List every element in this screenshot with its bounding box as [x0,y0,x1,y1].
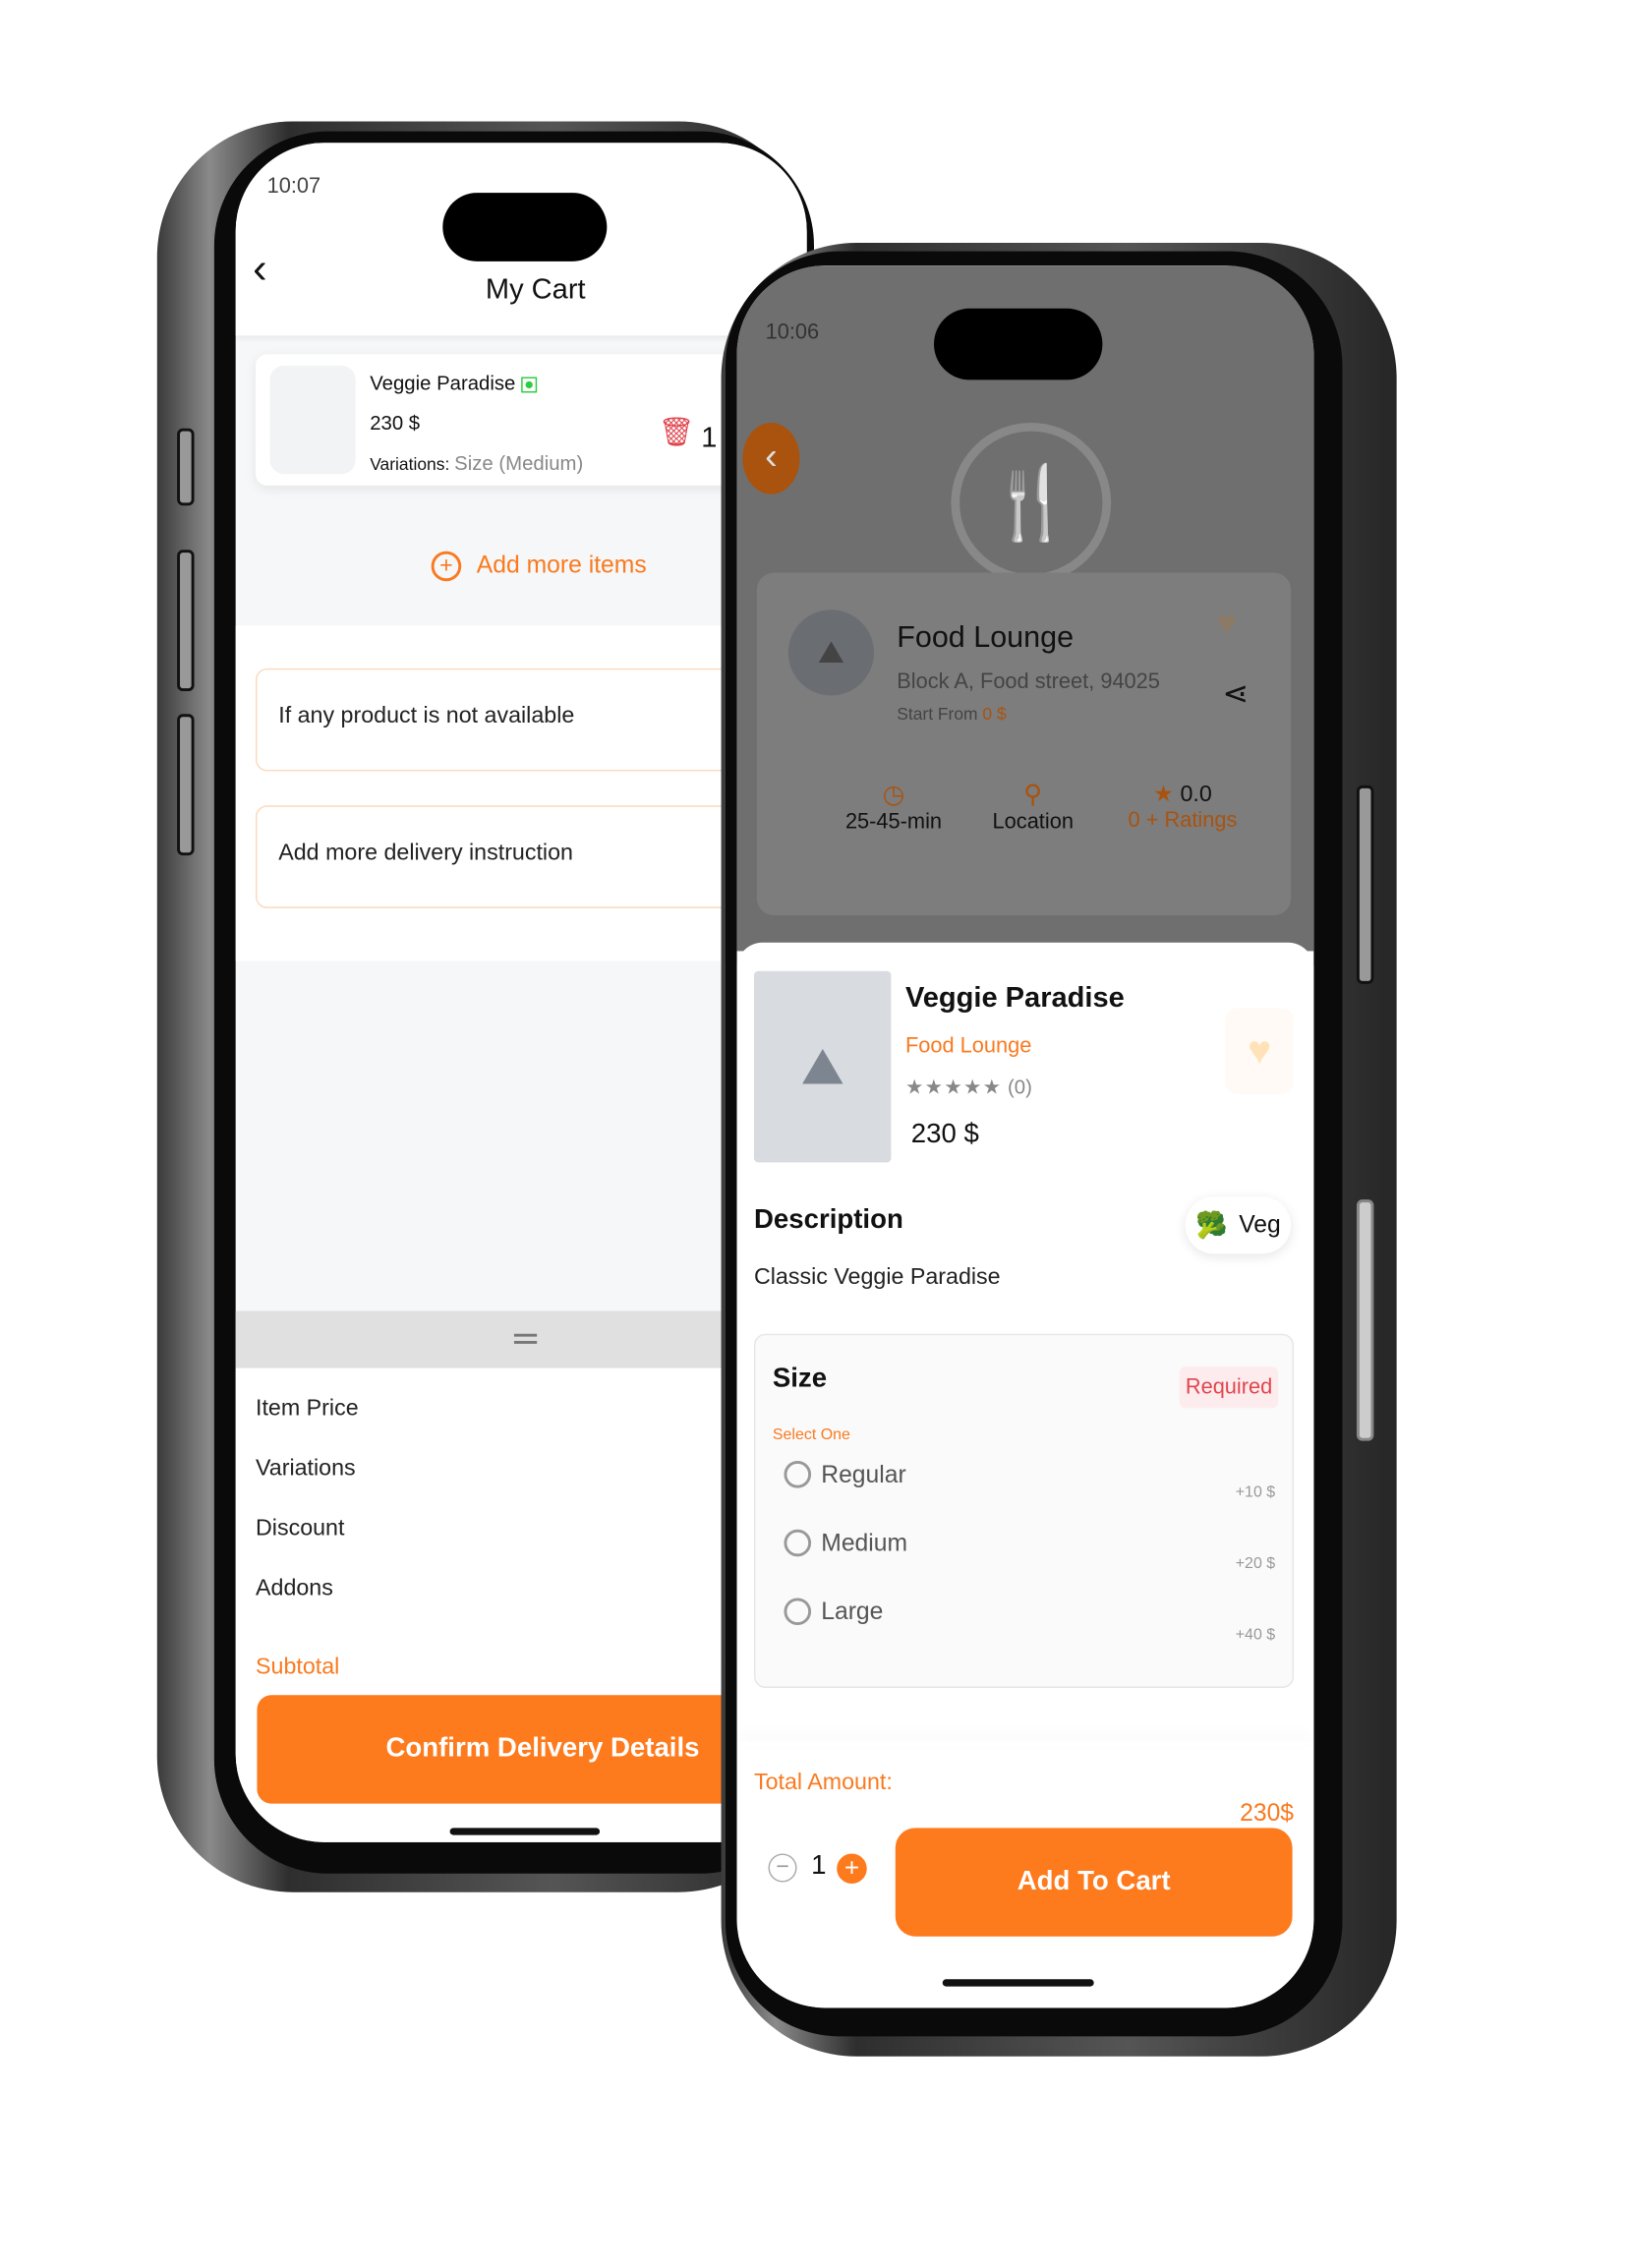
home-indicator [942,1979,1094,1987]
home-indicator [449,1828,601,1835]
veg-icon: 🥦 [1195,1210,1228,1240]
back-button[interactable]: ‹ [742,422,800,494]
subtotal-label: Subtotal [256,1655,340,1680]
total-label: Total Amount: [753,1771,893,1795]
wishlist-button[interactable]: ♥ [1225,1008,1295,1094]
restaurant-card: ⛰ Food Lounge Block A, Food street, 9402… [756,572,1292,916]
required-badge: Required [1180,1367,1279,1409]
item-price-label: Item Price [256,1396,359,1422]
radio-button[interactable] [784,1461,812,1488]
decrease-quantity-button[interactable]: − [768,1853,797,1883]
status-time: 10:06 [765,320,820,345]
add-more-items-button[interactable]: + Add more items [431,551,647,582]
item-variations: Variations: Size (Medium) [370,451,584,475]
discount-label: Discount [256,1516,345,1541]
side-button [1356,1199,1374,1441]
back-button[interactable]: ‹ [253,246,267,294]
ratings-info[interactable]: ★ 0.0 0 + Ratings [1129,780,1238,833]
delivery-instruction-option[interactable]: Add more delivery instruction [256,805,801,908]
restaurant-image-placeholder: ⛰ [787,610,874,696]
food-placeholder-icon [269,365,356,475]
product-sheet: ⛰ Veggie Paradise Food Lounge ★★★★★ (0) … [736,942,1314,2008]
location-pin-icon: ⚲ [1023,780,1043,809]
product-restaurant[interactable]: Food Lounge [905,1034,1031,1059]
item-name: Veggie Paradise [370,372,537,394]
side-button [177,428,195,506]
volume-up-button [177,550,195,692]
delivery-time: ◷ 25-45-min [844,780,943,835]
radio-button[interactable] [784,1529,812,1557]
page-title: My Cart [485,273,586,306]
plus-circle-icon: + [431,551,462,582]
description-title: Description [753,1204,903,1236]
product-name: Veggie Paradise [904,982,1125,1015]
radio-button[interactable] [784,1598,812,1626]
restaurant-name: Food Lounge [897,620,1075,655]
size-title: Size [772,1364,828,1394]
restaurant-logo-icon: 🍴 [951,422,1112,583]
size-options-card: Size Required Select One Regular +10 $ M… [753,1333,1295,1688]
item-price: 230 $ [370,411,421,435]
stars-icon: ★★★★★ [904,1075,1003,1099]
variations-label: Variations [256,1456,356,1482]
share-icon[interactable]: ⋖ [1222,675,1249,713]
increase-quantity-button[interactable]: + [837,1853,867,1884]
power-button [1356,785,1374,984]
delete-icon[interactable]: 🗑 [659,414,695,449]
status-time: 10:07 [266,174,321,199]
product-screen: 10:06 ‹ 🍴 ⛰ Food Lounge Block A, Food st… [736,265,1314,2008]
add-to-cart-button[interactable]: Add To Cart [895,1828,1293,1937]
veg-indicator-icon [520,377,537,393]
description-text: Classic Veggie Paradise [753,1265,1001,1290]
start-from: Start From 0 $ [897,704,1007,725]
not-available-option[interactable]: If any product is not available [256,668,801,772]
location-link[interactable]: ⚲ Location [993,780,1074,834]
cart-item[interactable]: Veggie Paradise 230 $ Variations: Size (… [256,354,799,486]
volume-down-button [177,714,195,856]
dynamic-island [934,308,1103,380]
item-quantity: 1 [701,422,718,454]
restaurant-address: Block A, Food street, 94025 [897,669,1160,694]
select-one-hint: Select One [772,1426,850,1444]
quantity-value: 1 [811,1850,827,1882]
product-image-placeholder: ⛰ [753,970,892,1163]
total-value: 230$ [1240,1799,1295,1827]
clock-icon: ◷ [882,780,905,809]
dynamic-island [442,193,608,262]
product-rating: ★★★★★ (0) [904,1075,1032,1099]
addons-label: Addons [256,1576,333,1601]
product-price: 230 $ [910,1119,979,1150]
star-icon: ★ [1153,783,1174,807]
veg-badge: 🥦 Veg [1185,1196,1292,1254]
heart-icon[interactable]: ♥ [1217,604,1238,644]
